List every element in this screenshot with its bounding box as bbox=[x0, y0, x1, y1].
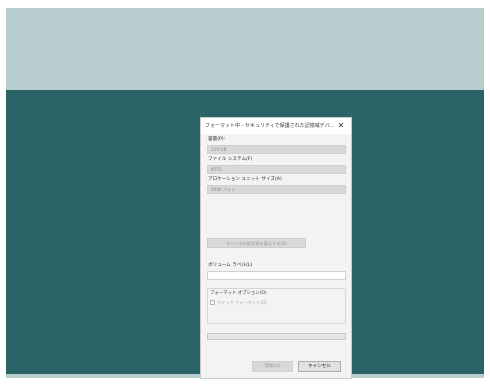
volume-label-label: ボリューム ラベル(L) bbox=[208, 263, 253, 268]
format-options-group: フォーマット オプション(O) クイック フォーマット(Q) bbox=[207, 288, 346, 324]
file-system-label: ファイル システム(F) bbox=[208, 157, 253, 162]
allocation-unit-label: アロケーション ユニット サイズ(A) bbox=[208, 177, 282, 182]
format-dialog: フォーマット中 - セキュリティで保護された記憶域デバ... ✕ 容量(P): … bbox=[200, 117, 352, 379]
start-button[interactable]: 開始(S) bbox=[252, 361, 293, 372]
quick-format-label[interactable]: クイック フォーマット(Q) bbox=[217, 299, 267, 306]
allocation-unit-select[interactable]: 4096 バイト bbox=[207, 185, 346, 194]
capacity-select[interactable]: 119 GB bbox=[207, 145, 346, 154]
quick-format-checkbox[interactable] bbox=[210, 300, 215, 305]
close-icon[interactable]: ✕ bbox=[336, 120, 346, 132]
volume-label-input[interactable] bbox=[207, 271, 346, 280]
top-band bbox=[6, 8, 484, 90]
dialog-titlebar: フォーマット中 - セキュリティで保護された記憶域デバ... ✕ bbox=[201, 118, 351, 134]
capacity-label: 容量(P): bbox=[208, 137, 226, 142]
format-progress-bar bbox=[207, 333, 346, 340]
file-system-select[interactable]: NTFS bbox=[207, 165, 346, 174]
format-options-label: フォーマット オプション(O) bbox=[210, 291, 267, 296]
restore-defaults-button[interactable]: デバイスの既定値を復元する(D) bbox=[207, 238, 306, 248]
cancel-button[interactable]: キャンセル bbox=[298, 361, 341, 372]
dialog-title: フォーマット中 - セキュリティで保護された記憶域デバ... bbox=[205, 123, 335, 129]
